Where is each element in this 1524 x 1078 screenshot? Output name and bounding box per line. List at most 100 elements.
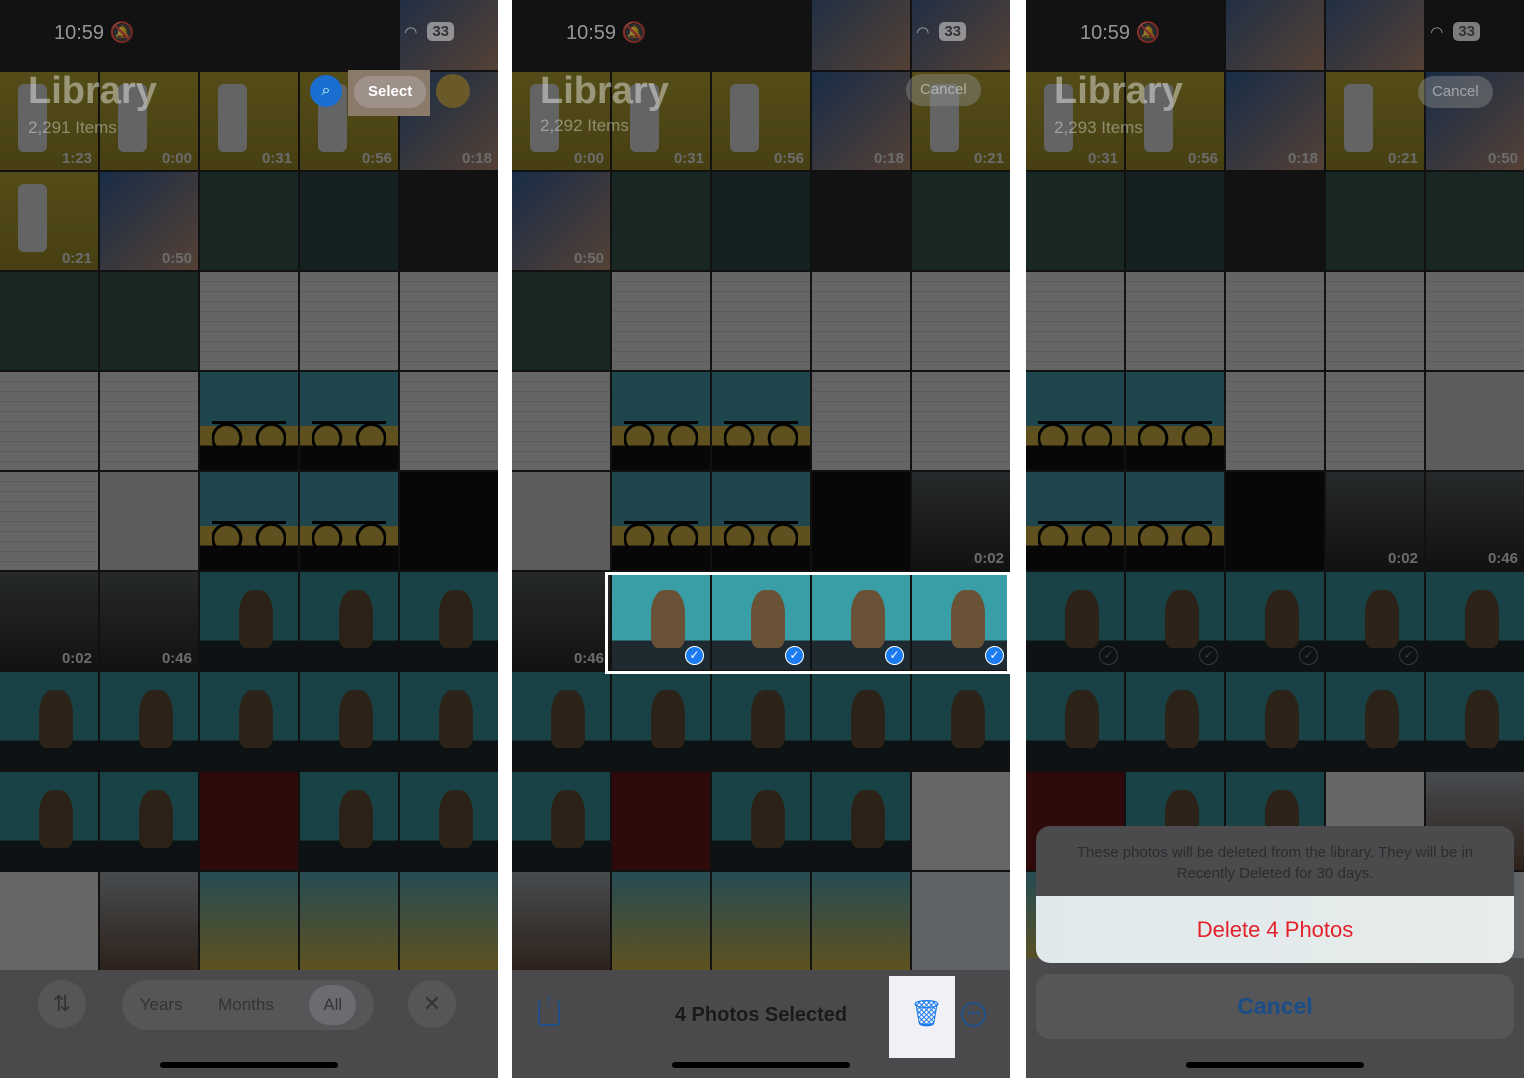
photo-thumbnail-settings[interactable]	[1226, 272, 1324, 370]
photo-thumbnail-red[interactable]	[200, 772, 298, 870]
photo-thumbnail-bike[interactable]	[1026, 472, 1124, 570]
more-button[interactable]: •••	[961, 1002, 986, 1027]
photo-thumbnail-mac[interactable]	[512, 472, 610, 570]
photo-thumbnail-groot[interactable]	[100, 672, 198, 770]
photo-thumbnail-settings[interactable]	[400, 372, 498, 470]
photo-thumbnail-app[interactable]	[400, 872, 498, 970]
photo-thumbnail-groot[interactable]	[0, 672, 98, 770]
photo-thumbnail-watch[interactable]	[400, 472, 498, 570]
photo-thumbnail-cc[interactable]	[0, 272, 98, 370]
photo-thumbnail-mac[interactable]	[1426, 372, 1524, 470]
photo-thumbnail-groot[interactable]: ✓	[1226, 572, 1324, 670]
photo-thumbnail-settings[interactable]	[812, 372, 910, 470]
photo-thumbnail-groot[interactable]	[300, 672, 398, 770]
photo-thumbnail-settings[interactable]	[1426, 272, 1524, 370]
profile-avatar[interactable]	[436, 74, 470, 108]
photo-thumbnail-bike[interactable]	[612, 472, 710, 570]
photo-thumbnail-hand[interactable]	[1226, 0, 1324, 70]
photo-thumbnail-groot[interactable]	[1426, 572, 1524, 670]
sheet-cancel-button[interactable]: Cancel	[1036, 974, 1514, 1039]
photo-thumbnail-settings[interactable]	[1026, 272, 1124, 370]
photo-thumbnail-cc-apps[interactable]	[300, 172, 398, 270]
photo-thumbnail-settings[interactable]	[1226, 372, 1324, 470]
photo-thumbnail-settings[interactable]	[612, 272, 710, 370]
photo-thumbnail-settings[interactable]	[0, 372, 98, 470]
photo-thumbnail-groot[interactable]	[512, 772, 610, 870]
photo-thumbnail-hand[interactable]	[812, 0, 910, 70]
photo-thumbnail-groot[interactable]	[612, 672, 710, 770]
delete-photos-button[interactable]: Delete 4 Photos	[1036, 896, 1514, 963]
segment-years[interactable]: Years	[140, 995, 183, 1015]
photo-thumbnail-phone[interactable]: 0:56	[712, 72, 810, 170]
photo-thumbnail-hand[interactable]	[1326, 0, 1424, 70]
photo-thumbnail-phone-dark[interactable]: 0:02	[912, 472, 1010, 570]
photo-thumbnail-groot[interactable]	[400, 572, 498, 670]
photo-thumbnail-cc-apps[interactable]	[1126, 172, 1224, 270]
photo-thumbnail-settings[interactable]	[400, 272, 498, 370]
photo-thumbnail-bike[interactable]	[1126, 472, 1224, 570]
photo-thumbnail-groot[interactable]	[400, 772, 498, 870]
photo-thumbnail-bike[interactable]	[1026, 372, 1124, 470]
photo-thumbnail-grid[interactable]	[912, 872, 1010, 970]
segment-all[interactable]: All	[309, 985, 357, 1025]
photo-thumbnail-settings[interactable]	[912, 272, 1010, 370]
photo-thumbnail-groot[interactable]	[400, 672, 498, 770]
photo-thumbnail-app[interactable]	[300, 872, 398, 970]
photo-thumbnail-groot[interactable]	[512, 672, 610, 770]
photo-thumbnail-app[interactable]	[812, 872, 910, 970]
photo-thumbnail-groot[interactable]	[712, 672, 810, 770]
photo-thumbnail-bike[interactable]	[1126, 372, 1224, 470]
photo-thumbnail-settings[interactable]	[812, 272, 910, 370]
photo-thumbnail-settings-dark[interactable]	[300, 0, 398, 70]
photo-thumbnail-groot[interactable]	[1426, 672, 1524, 770]
photo-thumbnail-groot[interactable]	[912, 672, 1010, 770]
photo-thumbnail-groot[interactable]	[300, 772, 398, 870]
photo-thumbnail-mail[interactable]	[0, 872, 98, 970]
photo-thumbnail-bike[interactable]	[612, 372, 710, 470]
photo-thumbnail-red[interactable]	[612, 772, 710, 870]
photo-thumbnail-groot[interactable]	[1226, 672, 1324, 770]
photo-thumbnail-settings[interactable]	[1326, 372, 1424, 470]
photo-thumbnail-bike[interactable]	[712, 472, 810, 570]
photo-thumbnail-bike[interactable]	[200, 372, 298, 470]
photo-thumbnail-settings[interactable]	[712, 272, 810, 370]
photo-thumbnail-settings-dark[interactable]	[200, 0, 298, 70]
photo-thumbnail-cc[interactable]	[612, 172, 710, 270]
photo-thumbnail-groot[interactable]	[200, 672, 298, 770]
photo-thumbnail-groot[interactable]	[1026, 672, 1124, 770]
sort-button[interactable]: ⇅	[38, 980, 86, 1028]
photo-thumbnail-phone-dark[interactable]: 0:46	[512, 572, 610, 670]
photo-thumbnail-bike[interactable]	[712, 372, 810, 470]
photo-thumbnail-settings-dark[interactable]	[1226, 172, 1324, 270]
photo-thumbnail-groot[interactable]	[200, 572, 298, 670]
photo-thumbnail-settings[interactable]	[512, 372, 610, 470]
photo-thumbnail-groot[interactable]	[1326, 672, 1424, 770]
trash-button[interactable]: 🗑	[910, 998, 943, 1029]
photo-thumbnail-app[interactable]	[712, 872, 810, 970]
photo-thumbnail-hand[interactable]: 0:18	[1226, 72, 1324, 170]
photo-thumbnail-phone-dark[interactable]: 0:02	[1326, 472, 1424, 570]
photo-thumbnail-cc[interactable]	[1026, 172, 1124, 270]
photo-thumbnail-cc[interactable]	[512, 272, 610, 370]
photo-thumbnail-bike[interactable]	[300, 472, 398, 570]
segment-months[interactable]: Months	[218, 995, 274, 1015]
photo-thumbnail-groot[interactable]: ✓	[1326, 572, 1424, 670]
photo-thumbnail-settings[interactable]	[100, 372, 198, 470]
photo-thumbnail-person[interactable]	[512, 872, 610, 970]
photo-thumbnail-hand[interactable]: 0:50	[512, 172, 610, 270]
photo-thumbnail-phone-dark[interactable]: 0:46	[1426, 472, 1524, 570]
photo-thumbnail-groot[interactable]: ✓	[712, 572, 810, 670]
photo-thumbnail-settings[interactable]	[912, 372, 1010, 470]
photo-thumbnail-groot[interactable]	[0, 772, 98, 870]
photo-thumbnail-phone-dark[interactable]: 0:46	[100, 572, 198, 670]
search-button[interactable]: ⌕	[310, 75, 342, 107]
photo-thumbnail-groot[interactable]	[100, 772, 198, 870]
close-button[interactable]: ✕	[408, 980, 456, 1028]
photo-thumbnail-phone[interactable]: 0:31	[200, 72, 298, 170]
photo-thumbnail-hand[interactable]: 0:50	[100, 172, 198, 270]
photo-thumbnail-groot[interactable]	[1126, 672, 1224, 770]
photo-thumbnail-phone[interactable]: 0:21	[0, 172, 98, 270]
photo-thumbnail-app[interactable]	[612, 872, 710, 970]
photo-thumbnail-groot[interactable]	[812, 672, 910, 770]
photo-thumbnail-groot[interactable]: ✓	[612, 572, 710, 670]
